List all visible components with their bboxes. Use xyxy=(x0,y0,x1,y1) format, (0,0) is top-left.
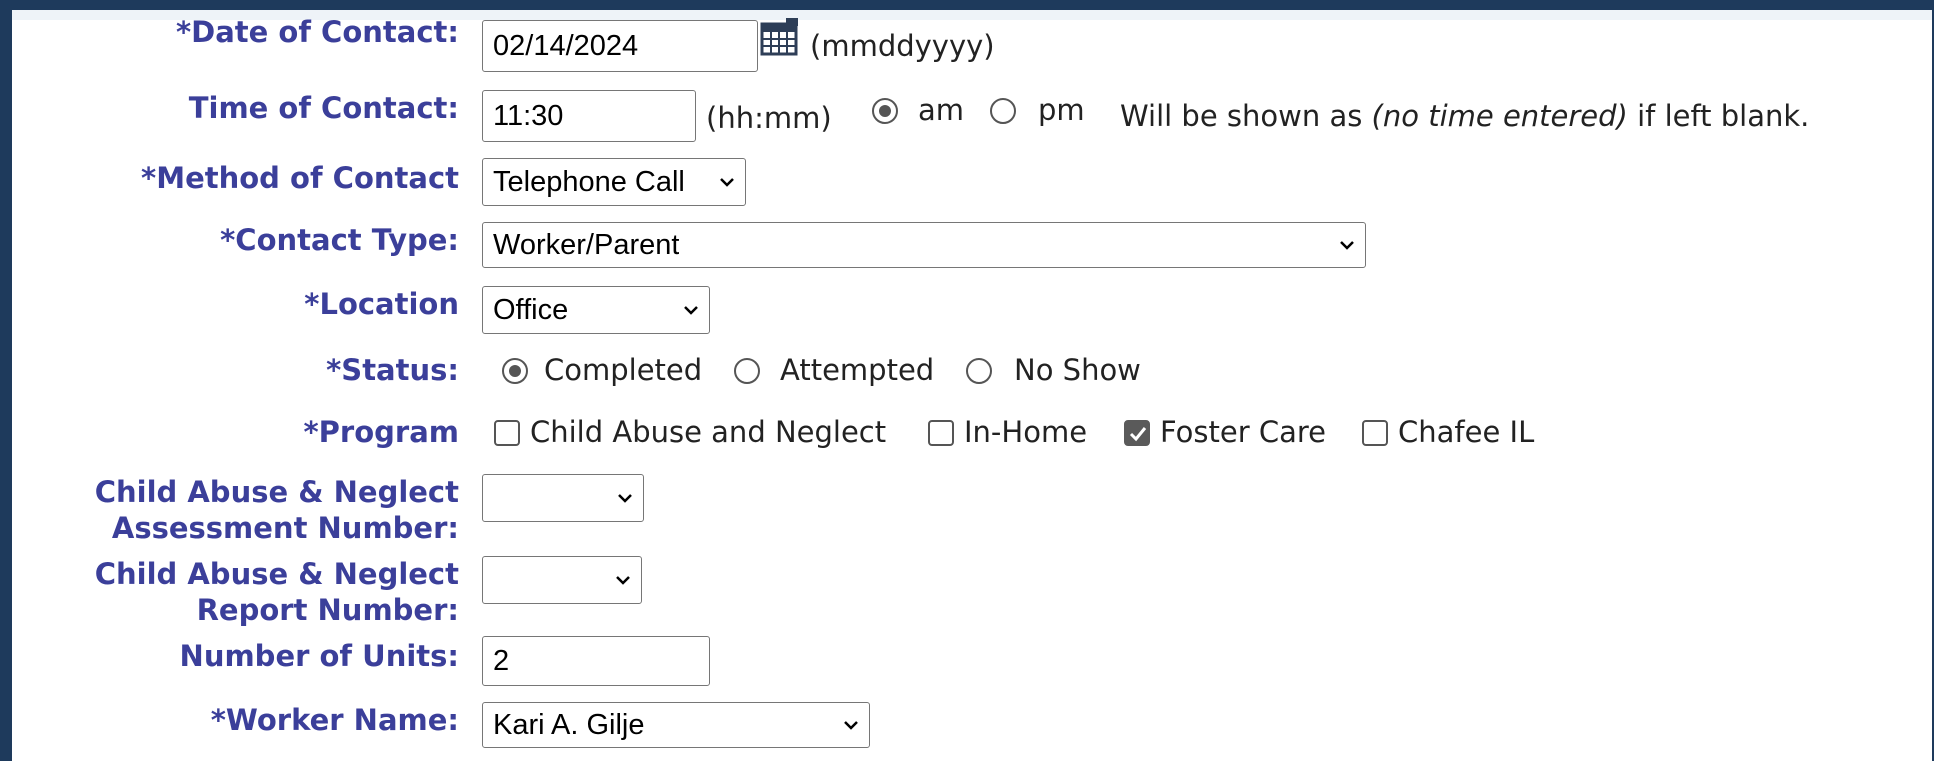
worker-value: Kari A. Gilje xyxy=(493,708,645,741)
calendar-icon[interactable] xyxy=(760,18,800,58)
chevron-down-icon xyxy=(684,306,698,315)
contact-type-label: *Contact Type: xyxy=(220,223,459,257)
date-format-hint: (mmddyyyy) xyxy=(810,29,995,63)
contact-type-value: Worker/Parent xyxy=(493,228,680,261)
worker-label: *Worker Name: xyxy=(210,703,459,737)
program-option-foster-care: Foster Care xyxy=(1160,415,1326,449)
program-checkbox-in-home[interactable] xyxy=(928,420,954,446)
program-option-in-home: In-Home xyxy=(964,415,1088,449)
chevron-down-icon xyxy=(616,576,630,585)
location-select[interactable]: Office xyxy=(482,286,710,334)
status-radio-attempted[interactable] xyxy=(734,358,760,384)
location-label: *Location xyxy=(304,287,459,321)
program-checkbox-child-abuse[interactable] xyxy=(494,420,520,446)
assessment-number-select[interactable] xyxy=(482,474,644,522)
date-input[interactable]: 02/14/2024 xyxy=(482,20,758,72)
method-label: *Method of Contact xyxy=(141,161,459,195)
program-option-child-abuse: Child Abuse and Neglect xyxy=(530,415,887,449)
pm-label: pm xyxy=(1038,93,1085,127)
status-option-attempted: Attempted xyxy=(780,353,935,387)
time-input[interactable]: 11:30 xyxy=(482,90,696,142)
program-label: *Program xyxy=(303,415,460,449)
time-note-prefix: Will be shown as xyxy=(1120,99,1372,133)
status-radio-completed[interactable] xyxy=(502,358,528,384)
chevron-down-icon xyxy=(844,721,858,730)
am-label: am xyxy=(918,93,965,127)
status-option-no-show: No Show xyxy=(1014,353,1141,387)
chevron-down-icon xyxy=(720,178,734,187)
chevron-down-icon xyxy=(1340,241,1354,250)
report-number-label: Child Abuse & Neglect Report Number: xyxy=(94,557,459,627)
method-value: Telephone Call xyxy=(493,165,685,198)
units-label: Number of Units: xyxy=(179,639,459,673)
date-label: *Date of Contact: xyxy=(175,15,459,49)
pm-radio[interactable] xyxy=(990,98,1016,124)
units-input[interactable]: 2 xyxy=(482,636,710,686)
checkmark-icon xyxy=(1129,427,1147,442)
assessment-number-label: Child Abuse & Neglect Assessment Number: xyxy=(94,475,459,545)
status-option-completed: Completed xyxy=(544,353,703,387)
status-radio-no-show[interactable] xyxy=(966,358,992,384)
am-radio[interactable] xyxy=(872,98,898,124)
worker-select[interactable]: Kari A. Gilje xyxy=(482,702,870,748)
status-label: *Status: xyxy=(326,353,459,387)
method-select[interactable]: Telephone Call xyxy=(482,158,746,206)
location-value: Office xyxy=(493,293,569,326)
report-number-select[interactable] xyxy=(482,556,642,604)
contact-type-select[interactable]: Worker/Parent xyxy=(482,222,1366,268)
program-checkbox-foster-care[interactable] xyxy=(1124,420,1150,446)
time-note-suffix: if left blank. xyxy=(1627,99,1810,133)
time-label: Time of Contact: xyxy=(188,91,459,125)
program-checkbox-chafee[interactable] xyxy=(1362,420,1388,446)
chevron-down-icon xyxy=(618,494,632,503)
time-note-emphasis: (no time entered) xyxy=(1371,99,1628,133)
time-format-hint: (hh:mm) xyxy=(706,101,832,135)
program-option-chafee: Chafee IL xyxy=(1398,415,1535,449)
time-blank-note: Will be shown as (no time entered) if le… xyxy=(1120,98,1809,134)
